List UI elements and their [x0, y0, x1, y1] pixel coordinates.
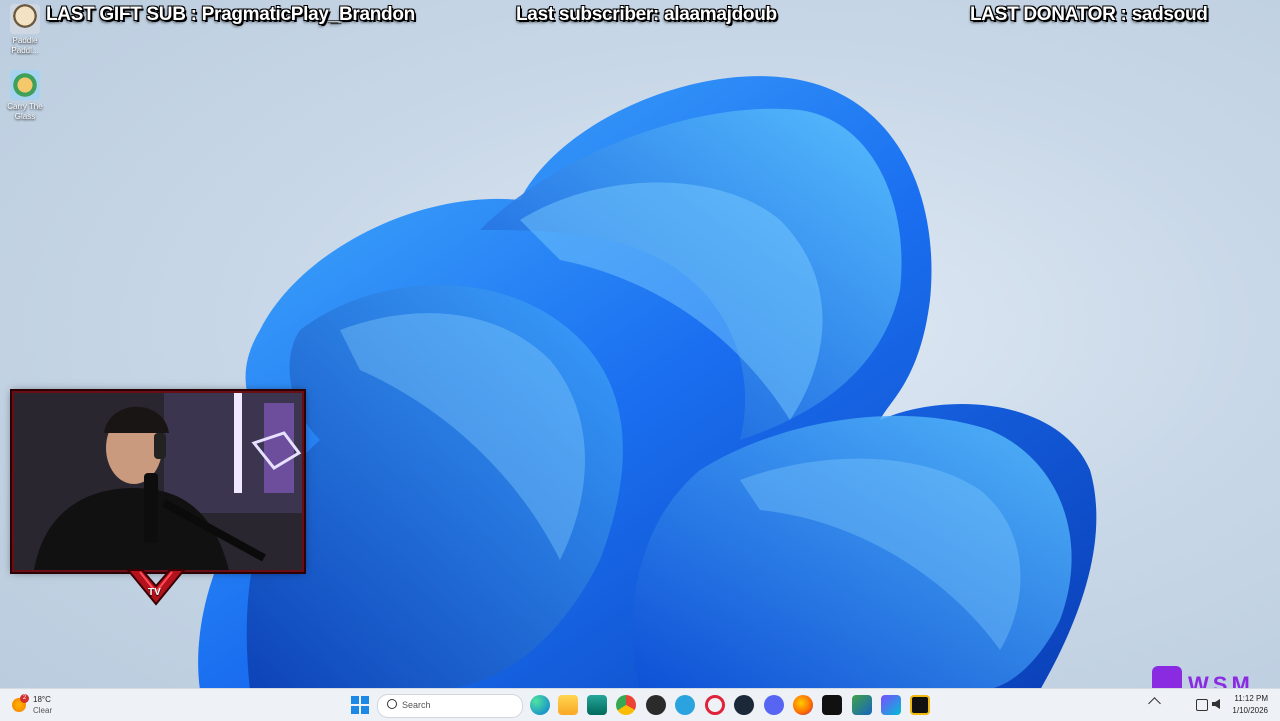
- weather-temp: 18°C: [33, 695, 51, 704]
- tray-chevron-icon[interactable]: [1148, 697, 1161, 710]
- file-explorer-icon[interactable]: [558, 695, 578, 715]
- desktop-icon-label: Paddle Paddl...: [11, 36, 39, 55]
- obs-icon[interactable]: [646, 695, 666, 715]
- windows-bloom-wallpaper: [198, 76, 1097, 690]
- layers-app-icon[interactable]: [881, 695, 901, 715]
- last-gift-sub-text: LAST GIFT SUB : PragmaticPlay_Brandon: [46, 4, 415, 25]
- store-icon[interactable]: [587, 695, 607, 715]
- last-donator-text: LAST DONATOR : sadsoud: [970, 4, 1208, 25]
- webcam-overlay: [12, 391, 304, 572]
- stream-tv-logo: TV: [125, 566, 187, 606]
- opera-icon[interactable]: [705, 695, 725, 715]
- sheets-app-icon[interactable]: [852, 695, 872, 715]
- clock-date: 1/10/2026: [1232, 706, 1268, 715]
- weather-badge: 2: [20, 694, 29, 703]
- binance-icon[interactable]: [910, 695, 930, 715]
- firefox-icon[interactable]: [793, 695, 813, 715]
- desktop-icon-carry-the-glass[interactable]: Carry The Glass: [4, 70, 46, 122]
- taskbar: 2 18°C Clear Search 11:12 PM 1/10/2026: [0, 688, 1280, 721]
- discord-icon[interactable]: [764, 695, 784, 715]
- clock-time: 11:12 PM: [1234, 694, 1268, 703]
- streamdeck-icon[interactable]: [822, 695, 842, 715]
- taskbar-search-box[interactable]: Search: [377, 694, 523, 718]
- edge-icon[interactable]: [530, 695, 550, 715]
- search-icon: [387, 699, 397, 709]
- carry-glass-game-icon: [10, 70, 40, 100]
- desktop-icon-paddle[interactable]: Paddle Paddl...: [4, 4, 46, 56]
- weather-widget[interactable]: 2 18°C Clear: [10, 692, 70, 718]
- stream-logo-text: TV: [148, 587, 161, 598]
- volume-icon[interactable]: [1212, 699, 1220, 709]
- windows-logo-icon: [351, 696, 369, 714]
- last-subscriber-text: Last subscriber: alaamajdoub: [516, 4, 777, 25]
- steam-icon[interactable]: [734, 695, 754, 715]
- start-button[interactable]: [351, 696, 369, 714]
- weather-condition: Clear: [33, 706, 53, 715]
- telegram-icon[interactable]: [675, 695, 695, 715]
- network-icon[interactable]: [1196, 699, 1208, 711]
- search-placeholder: Search: [402, 700, 431, 710]
- desktop-icon-label: Carry The Glass: [7, 102, 43, 121]
- clock-area[interactable]: 11:12 PM 1/10/2026: [1222, 693, 1276, 717]
- chrome-icon[interactable]: [616, 695, 636, 715]
- webcam-feed: [14, 393, 302, 570]
- paddle-game-icon: [10, 4, 40, 34]
